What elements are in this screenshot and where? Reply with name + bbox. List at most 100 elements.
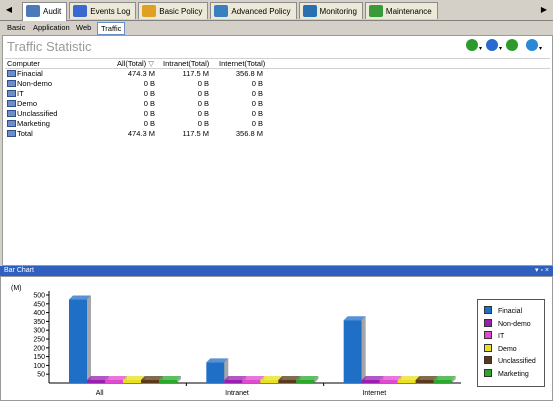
bar-side-face bbox=[87, 295, 91, 383]
legend-item: Finacial bbox=[484, 306, 522, 317]
tab-label: Maintenance bbox=[385, 7, 432, 16]
bar bbox=[69, 299, 87, 383]
tab-maintenance[interactable]: Maintenance bbox=[364, 2, 438, 19]
chevron-down-icon[interactable]: ▾ bbox=[499, 45, 502, 52]
cell-internet: 0 B bbox=[251, 89, 263, 98]
legend-item: Unclassified bbox=[484, 356, 536, 367]
cell-all: 0 B bbox=[143, 79, 155, 88]
legend-item: Non-demo bbox=[484, 318, 531, 330]
legend-swatch bbox=[484, 318, 492, 327]
x-tick-label: All bbox=[96, 390, 104, 397]
computer-name: Marketing bbox=[17, 119, 50, 128]
bar bbox=[343, 320, 362, 383]
computer-group-icon bbox=[7, 110, 16, 117]
bar bbox=[260, 380, 279, 383]
subtab-basic[interactable]: Basic bbox=[4, 21, 28, 34]
table-row[interactable]: Unclassified 0 B 0 B 0 B bbox=[5, 109, 550, 119]
table-row[interactable]: Demo 0 B 0 B 0 B bbox=[5, 99, 550, 109]
computer-name: Total bbox=[17, 129, 33, 138]
computer-name: IT bbox=[17, 89, 24, 98]
y-tick-label: 350 bbox=[33, 319, 45, 326]
table-row[interactable]: Non-demo 0 B 0 B 0 B bbox=[5, 79, 550, 89]
y-tick-label: 200 bbox=[33, 345, 45, 352]
tab-advanced-policy[interactable]: Advanced Policy bbox=[210, 2, 297, 19]
cell-internet: 0 B bbox=[251, 119, 263, 128]
bar bbox=[87, 380, 105, 383]
tab-audit[interactable]: Audit bbox=[22, 2, 68, 21]
scroll-left-icon[interactable]: ◀ bbox=[4, 4, 14, 16]
column-header-computer[interactable]: Computer bbox=[7, 59, 97, 68]
column-header-internet-total[interactable]: Internet(Total) bbox=[219, 59, 267, 68]
toolbar: ▾ ▾ ▾ bbox=[466, 39, 546, 55]
computer-group-icon bbox=[7, 80, 16, 87]
table-row[interactable]: IT 0 B 0 B 0 B bbox=[5, 89, 550, 99]
page-title: Traffic Statistic bbox=[7, 39, 92, 54]
subtab-application[interactable]: Application bbox=[30, 21, 73, 34]
legend-label: Unclassified bbox=[498, 358, 536, 365]
y-tick-label: 50 bbox=[37, 372, 45, 379]
tab-monitoring[interactable]: Monitoring bbox=[298, 2, 363, 19]
cell-computer: Unclassified bbox=[7, 109, 102, 119]
cell-all: 474.3 M bbox=[127, 129, 155, 138]
bar bbox=[123, 380, 141, 383]
column-header-intranet-total[interactable]: Intranet(Total) bbox=[163, 59, 211, 68]
basic-policy-icon bbox=[142, 5, 157, 17]
cell-computer: Demo bbox=[7, 99, 102, 109]
table-row[interactable]: Finacial 474.3 M 117.5 M 356.8 M bbox=[5, 69, 550, 79]
legend-item: Demo bbox=[484, 343, 517, 355]
subtab-web[interactable]: Web bbox=[73, 21, 94, 34]
bar bbox=[105, 380, 123, 383]
cell-internet: 356.8 M bbox=[235, 129, 263, 138]
table-row[interactable]: Total 474.3 M 117.5 M 356.8 M bbox=[5, 129, 550, 139]
bar-chart-panel: (M) 50 100 150 200 250 300 350 400 450 500 All Intra… bbox=[0, 276, 553, 401]
bar-side-face bbox=[361, 316, 366, 383]
tab-basic-policy[interactable]: Basic Policy bbox=[138, 2, 209, 19]
tab-label: Audit bbox=[43, 7, 62, 16]
grid-icon[interactable] bbox=[466, 39, 478, 51]
x-tick-label: Intranet bbox=[225, 390, 249, 397]
cell-intranet: 0 B bbox=[197, 119, 209, 128]
sort-filter-icon[interactable]: ▽ bbox=[148, 59, 154, 68]
table-row[interactable]: Marketing 0 B 0 B 0 B bbox=[5, 119, 550, 129]
cell-computer: Total bbox=[7, 129, 102, 139]
bar bbox=[433, 380, 452, 383]
bar bbox=[159, 380, 177, 383]
bar bbox=[397, 380, 416, 383]
chevron-down-icon[interactable]: ▾ bbox=[479, 45, 482, 52]
y-tick-label: 300 bbox=[33, 328, 45, 335]
legend-label: Non-demo bbox=[498, 320, 531, 328]
column-header-all-total-label: All(Total) bbox=[117, 59, 147, 68]
legend-label: Finacial bbox=[498, 308, 523, 315]
maintenance-icon bbox=[368, 5, 383, 17]
cell-internet: 0 B bbox=[251, 109, 263, 118]
export-icon[interactable] bbox=[506, 39, 518, 51]
monitoring-icon bbox=[302, 5, 317, 17]
computer-group-icon bbox=[7, 70, 16, 77]
legend-item: IT bbox=[484, 331, 504, 342]
cell-computer: Non-demo bbox=[7, 79, 102, 89]
home-icon[interactable] bbox=[526, 39, 538, 51]
tab-label: Monitoring bbox=[319, 7, 357, 16]
legend-label: Demo bbox=[498, 345, 517, 353]
cell-intranet: 0 B bbox=[197, 79, 209, 88]
cell-internet: 0 B bbox=[251, 79, 263, 88]
scroll-right-icon[interactable]: ▶ bbox=[539, 4, 549, 16]
cell-intranet: 117.5 M bbox=[182, 129, 209, 138]
bar-chart-panel-header: Bar Chart ▾ ▫ × bbox=[0, 266, 553, 276]
tab-label: Basic Policy bbox=[159, 7, 203, 16]
sub-tab-bar: Basic Application Web Traffic bbox=[0, 21, 553, 35]
subtab-traffic[interactable]: Traffic bbox=[97, 22, 126, 35]
user-icon[interactable] bbox=[486, 39, 498, 51]
cell-computer: IT bbox=[7, 89, 102, 99]
legend-item: Marketing bbox=[484, 368, 529, 380]
bar bbox=[296, 380, 315, 383]
tab-events-log[interactable]: Events Log bbox=[69, 2, 137, 19]
chevron-down-icon[interactable]: ▾ bbox=[539, 45, 542, 52]
events-log-icon bbox=[73, 5, 88, 17]
legend-swatch bbox=[484, 306, 492, 314]
bar bbox=[278, 380, 297, 383]
cell-computer: Finacial bbox=[7, 69, 102, 79]
traffic-statistic-view: Traffic Statistic ▾ ▾ ▾ Computer All(Total… bbox=[2, 35, 553, 266]
column-header-all-total[interactable]: All(Total) ▽ bbox=[117, 59, 155, 68]
panel-window-buttons[interactable]: ▾ ▫ × bbox=[535, 266, 549, 276]
